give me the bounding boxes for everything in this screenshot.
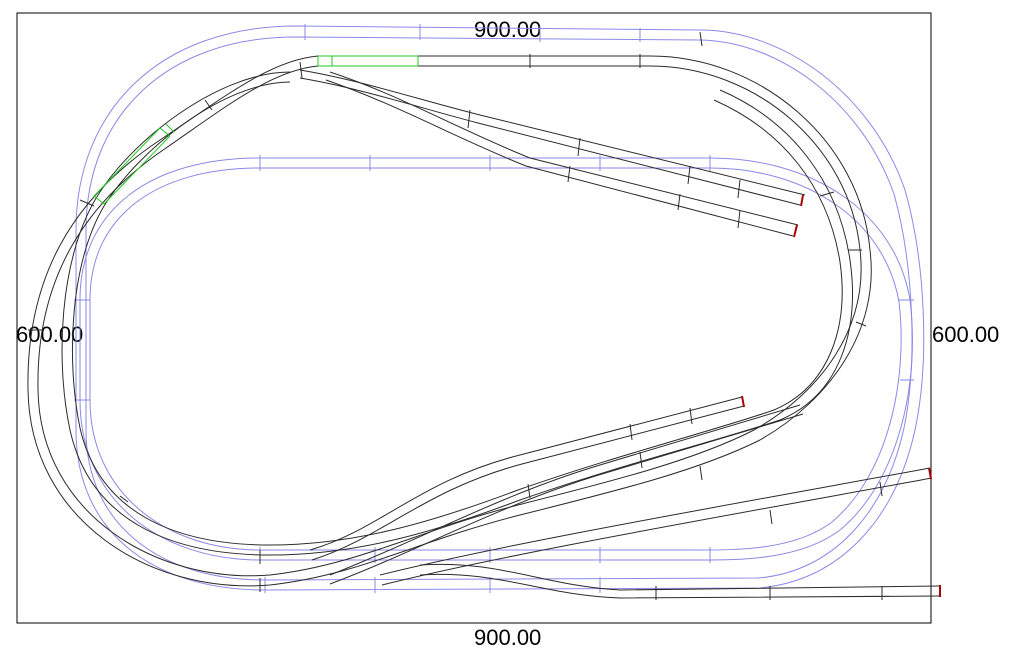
- selected-straight-diagonal[interactable]: [93, 123, 175, 205]
- lower-inner-loop-inner-rail[interactable]: [89, 167, 902, 551]
- selected-track-pieces: [93, 55, 419, 205]
- lower-inner-loop-outer-rail[interactable]: [79, 157, 913, 561]
- dimension-right: 600.00: [932, 322, 999, 347]
- baseboard-outline: [16, 12, 932, 624]
- upper-level-track: [27, 31, 941, 600]
- dimension-bottom: 900.00: [474, 625, 541, 650]
- lower-level-joints: [74, 24, 914, 593]
- siding-lower-1-rail[interactable]: [311, 405, 745, 561]
- inner-loop-outer-rail[interactable]: [61, 71, 853, 556]
- end-marker-lower-1: [741, 395, 745, 408]
- siding-lower-4[interactable]: [419, 563, 941, 591]
- selected-straight-top[interactable]: [317, 55, 419, 67]
- inner-loop-inner-rail[interactable]: [71, 81, 843, 546]
- siding-lower-1[interactable]: [309, 396, 743, 551]
- siding-upper-2[interactable]: [329, 71, 799, 226]
- main-loop-inner-rail[interactable]: [37, 65, 862, 577]
- main-loop-outer-rail[interactable]: [27, 55, 872, 587]
- end-marker-upper-2: [793, 224, 798, 238]
- track-plan-canvas[interactable]: 900.00 900.00 600.00 600.00: [0, 0, 1024, 670]
- lower-outer-loop-inner-rail[interactable]: [85, 36, 913, 581]
- siding-upper-1-rail[interactable]: [299, 77, 801, 206]
- siding-lower-2-rail[interactable]: [329, 413, 804, 585]
- end-marker-upper-1: [800, 194, 804, 207]
- track-end-markers: [741, 194, 941, 597]
